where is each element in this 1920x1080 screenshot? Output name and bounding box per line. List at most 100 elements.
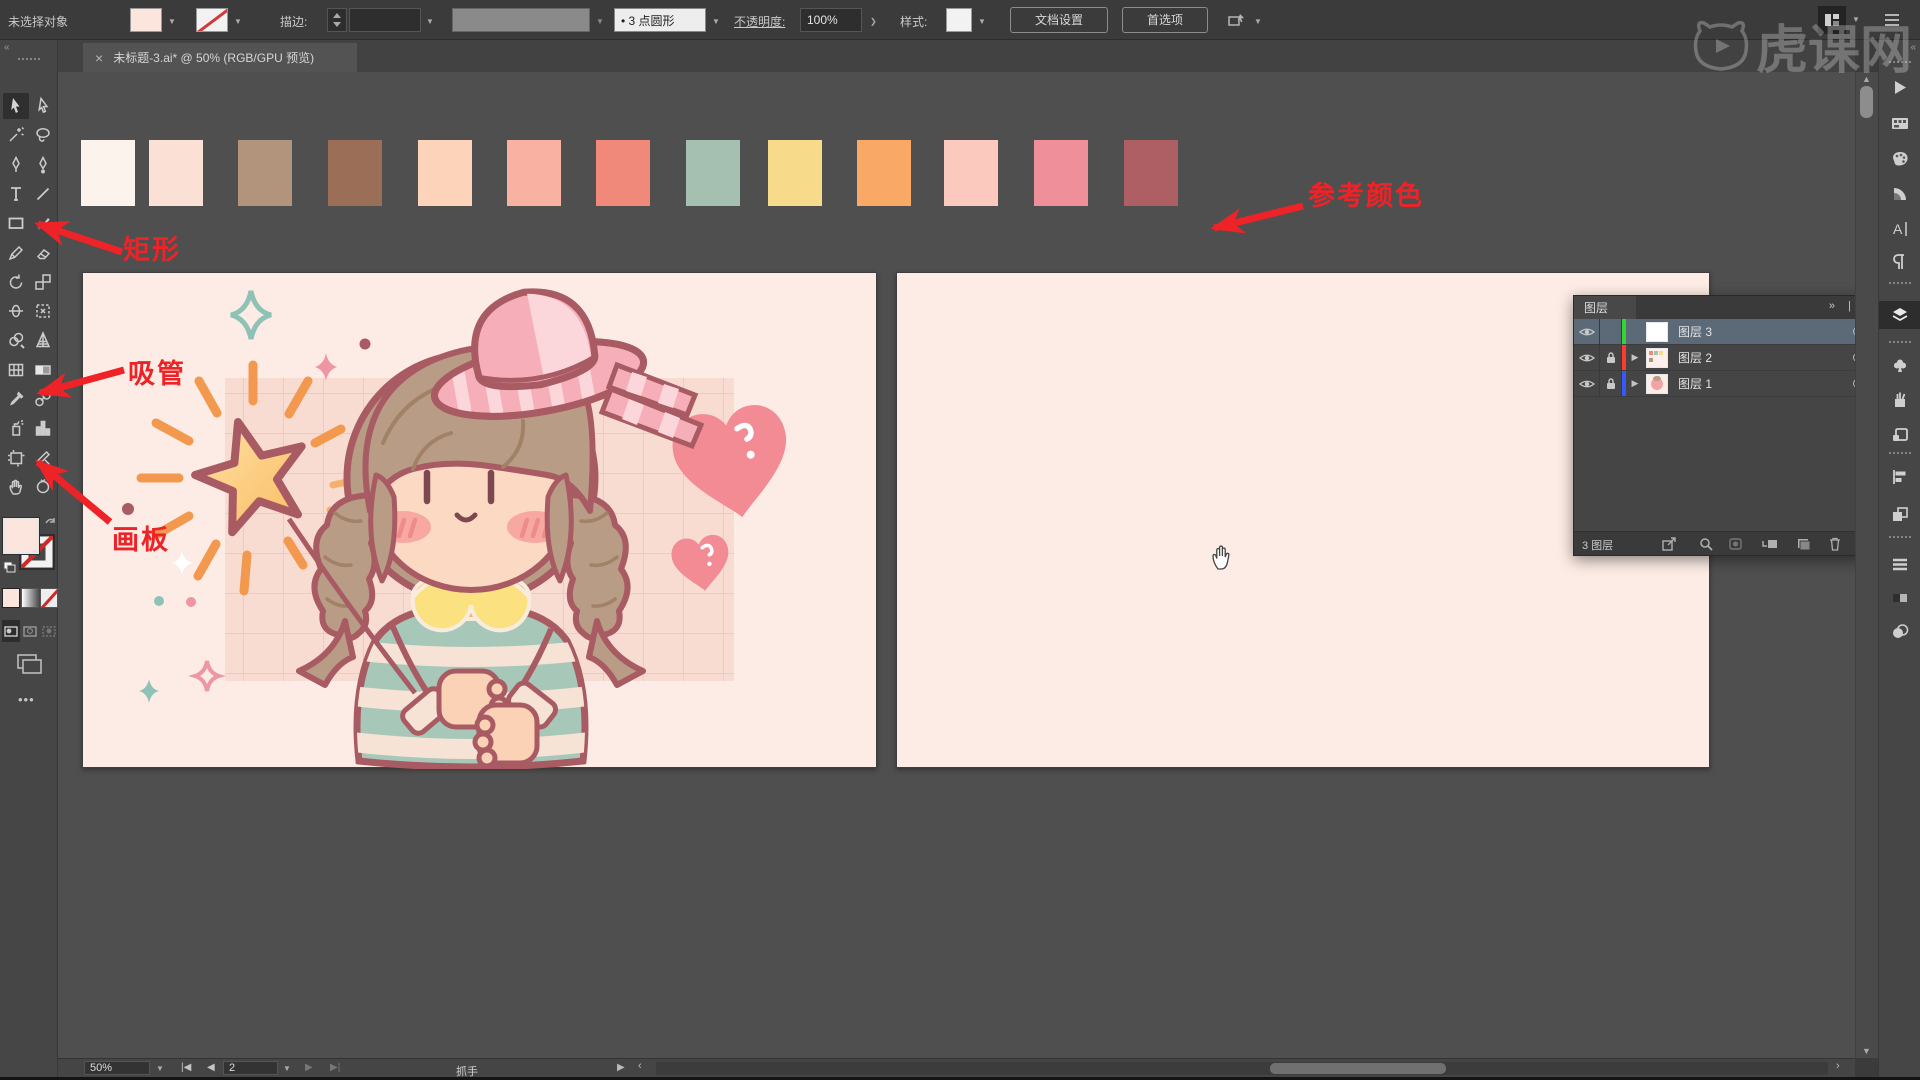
color-swatch-12[interactable] [1034, 140, 1088, 206]
collect-export-icon[interactable] [1662, 537, 1677, 554]
gradient-tool[interactable] [30, 357, 56, 383]
color-swatch-13[interactable] [1124, 140, 1178, 206]
layer-lock-icon[interactable] [1600, 371, 1622, 396]
artboard-nav-chevron-icon[interactable]: ▼ [283, 1064, 291, 1073]
color-swatch-8[interactable] [686, 140, 740, 206]
color-swatch-5[interactable] [418, 140, 472, 206]
eyedropper-tool[interactable] [3, 386, 29, 412]
stroke-icon[interactable] [1879, 551, 1920, 579]
blend-tool[interactable] [30, 386, 56, 412]
collapse-panel-icon[interactable]: » [1829, 300, 1835, 312]
default-fill-stroke-icon[interactable] [3, 560, 17, 578]
zoom-level-input[interactable]: 50% [84, 1061, 150, 1075]
width-tool[interactable] [3, 298, 29, 324]
shape-builder-tool[interactable] [3, 327, 29, 353]
layer-expand-icon[interactable]: ▶ [1626, 371, 1644, 396]
screen-mode-icon[interactable] [16, 652, 42, 679]
character-icon[interactable]: A [1879, 215, 1920, 243]
preferences-button[interactable]: 首选项 [1122, 7, 1208, 33]
draw-normal-mode-icon[interactable] [2, 620, 20, 642]
layer-lock-icon[interactable] [1600, 345, 1622, 370]
opacity-input[interactable]: 100% [800, 8, 862, 32]
layers-icon[interactable] [1879, 301, 1920, 329]
horizontal-scrollbar[interactable] [656, 1062, 1828, 1075]
vertical-scroll-thumb[interactable] [1860, 86, 1873, 118]
pathfinder-icon[interactable] [1879, 501, 1920, 529]
stroke-label[interactable]: 描边: [280, 13, 307, 30]
free-transform-tool[interactable] [30, 298, 56, 324]
magic-wand-tool[interactable] [3, 122, 29, 148]
pen-tool[interactable] [3, 152, 29, 178]
canvas-area[interactable]: 图层 » | ≡ 图层 3▶图层 2▶图层 1 3 图层 [58, 72, 1855, 1058]
layer-target-icon[interactable] [1839, 327, 1855, 336]
swap-fill-stroke-icon[interactable] [44, 514, 56, 532]
hand-tool[interactable] [3, 474, 29, 500]
stroke-profile-dropdown[interactable] [452, 8, 590, 32]
align-options-icon[interactable] [1226, 10, 1248, 35]
tab-close-icon[interactable]: × [95, 50, 103, 66]
layer-name[interactable]: 图层 2 [1670, 349, 1839, 366]
paragraph-icon[interactable] [1879, 248, 1920, 276]
gradient-mode-button[interactable] [21, 588, 39, 608]
layer-lock-icon[interactable] [1600, 319, 1622, 344]
color-guide-icon[interactable] [1879, 180, 1920, 208]
perspective-grid-tool[interactable] [30, 327, 56, 353]
delete-layer-icon[interactable] [1828, 537, 1842, 554]
layers-panel-tab[interactable]: 图层 [1574, 296, 1636, 319]
layer-visibility-icon[interactable] [1574, 345, 1600, 370]
layer-target-icon[interactable] [1839, 379, 1855, 388]
color-swatch-4[interactable] [328, 140, 382, 206]
document-tab[interactable]: × 未标题-3.ai* @ 50% (RGB/GPU 预览) [83, 43, 357, 72]
color-swatch-2[interactable] [149, 140, 203, 206]
symbols-icon[interactable] [1879, 352, 1920, 380]
layer-visibility-icon[interactable] [1574, 319, 1600, 344]
prev-artboard-icon[interactable]: ◀ [207, 1062, 215, 1073]
layer-visibility-icon[interactable] [1574, 371, 1600, 396]
last-artboard-icon[interactable]: ▶| [330, 1062, 340, 1073]
stroke-profile-chevron-icon[interactable]: ▼ [596, 17, 604, 26]
transparency-icon[interactable] [1879, 618, 1920, 646]
line-tool[interactable] [30, 181, 56, 207]
selection-tool[interactable] [3, 93, 29, 119]
layer-expand-icon[interactable] [1626, 319, 1644, 344]
curvature-tool[interactable] [30, 152, 56, 178]
pencil-tool[interactable] [3, 240, 29, 266]
none-mode-button[interactable] [40, 588, 58, 608]
color-swatch-9[interactable] [768, 140, 822, 206]
lasso-tool[interactable] [30, 122, 56, 148]
rotate-tool[interactable] [3, 269, 29, 295]
layer-row-图层 3[interactable]: 图层 3 [1574, 319, 1855, 345]
document-setup-button[interactable]: 文档设置 [1010, 7, 1108, 33]
stroke-weight-input[interactable] [349, 8, 421, 32]
collapse-panel-icon[interactable]: « [4, 42, 10, 53]
brushes-icon[interactable] [1879, 386, 1920, 414]
fill-color-swatch[interactable] [130, 8, 162, 32]
stroke-color-swatch[interactable] [196, 8, 228, 32]
style-chevron-icon[interactable]: ▼ [978, 17, 986, 26]
draw-behind-mode-icon[interactable] [21, 620, 39, 642]
layer-row-图层 2[interactable]: ▶ 图层 2 [1574, 345, 1855, 371]
zoom-chevron-icon[interactable]: ▼ [156, 1064, 164, 1073]
layer-target-icon[interactable] [1839, 353, 1855, 362]
layer-expand-icon[interactable]: ▶ [1626, 345, 1644, 370]
vertical-scrollbar[interactable]: ▲ ▼ [1855, 72, 1878, 1058]
brush-chevron-icon[interactable]: ▼ [712, 17, 720, 26]
artboard-tool[interactable] [3, 445, 29, 471]
symbol-sprayer-tool[interactable] [3, 415, 29, 441]
layer-thumbnail[interactable] [1644, 371, 1670, 396]
layer-name[interactable]: 图层 3 [1670, 323, 1839, 340]
stroke-weight-chevron-icon[interactable]: ▼ [426, 17, 434, 26]
color-swatch-6[interactable] [507, 140, 561, 206]
brush-preset-dropdown[interactable]: • 3 点圆形 [614, 8, 706, 32]
direct-selection-tool[interactable] [30, 93, 56, 119]
color-mode-button[interactable] [2, 588, 20, 608]
artboard-nav-input[interactable]: 2 [223, 1061, 278, 1075]
color-swatch-10[interactable] [857, 140, 911, 206]
new-sublayer-icon[interactable] [1762, 537, 1779, 554]
opacity-more-icon[interactable]: ❯ [870, 17, 877, 26]
hscroll-left-icon[interactable]: ‹ [638, 1060, 642, 1072]
artboards-icon[interactable] [1879, 110, 1920, 138]
panel-grip[interactable] [17, 57, 41, 61]
color-swatch-3[interactable] [238, 140, 292, 206]
stroke-weight-stepper[interactable] [327, 8, 347, 32]
